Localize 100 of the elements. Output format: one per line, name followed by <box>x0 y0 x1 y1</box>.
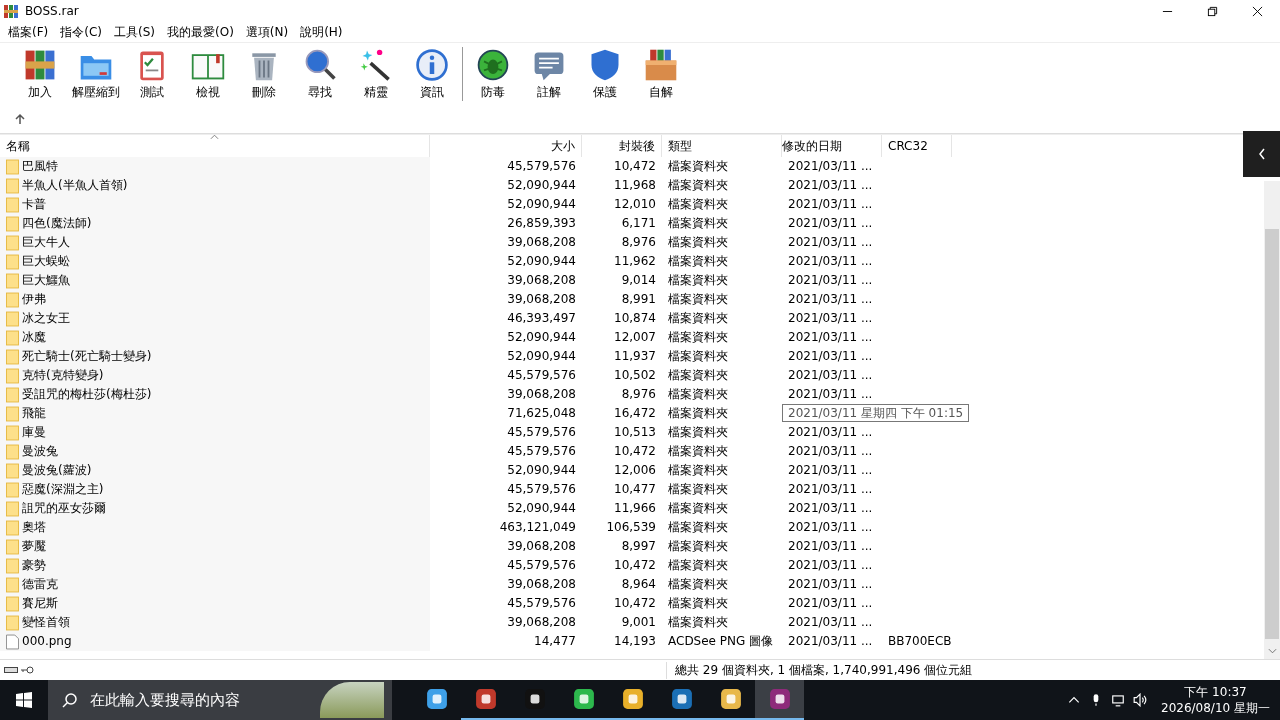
type-cell-text: 檔案資料夾 <box>667 272 729 289</box>
file-name-cell[interactable]: 死亡騎士(死亡騎士變身) <box>0 347 430 366</box>
file-name-cell[interactable]: 夢魘 <box>0 537 430 556</box>
folder-icon <box>6 538 19 555</box>
file-name-cell[interactable]: 冰之女王 <box>0 309 430 328</box>
menu-item[interactable]: 選項(N) <box>239 23 295 41</box>
date-cell-text: 2021/03/11 ... <box>787 158 874 175</box>
file-name-cell[interactable]: 詛咒的巫女莎爾 <box>0 499 430 518</box>
file-name-cell[interactable]: 冰魔 <box>0 328 430 347</box>
chevron-left-icon <box>1257 148 1266 160</box>
taskbar-search-bar[interactable]: 在此輸入要搜尋的內容 <box>48 680 392 720</box>
type-cell-text: 檔案資料夾 <box>667 177 729 194</box>
file-name-cell[interactable]: 飛龍 <box>0 404 430 423</box>
file-name-cell[interactable]: 四色(魔法師) <box>0 214 430 233</box>
type-cell-text: 檔案資料夾 <box>667 576 729 593</box>
file-name-cell[interactable]: 巨大蜈蚣 <box>0 252 430 271</box>
up-arrow-icon[interactable] <box>14 113 26 125</box>
file-name-cell[interactable]: 變怪首領 <box>0 613 430 632</box>
column-header[interactable]: 修改的日期 <box>782 135 882 157</box>
size-cell-text: 463,121,049 <box>498 519 577 536</box>
column-header[interactable]: 類型 <box>662 135 782 157</box>
folder-icon <box>6 576 19 593</box>
file-name-cell[interactable]: 伊弗 <box>0 290 430 309</box>
size-cell-text: 39,068,208 <box>506 576 577 593</box>
size-cell-text: 52,090,944 <box>506 253 577 270</box>
size-cell-text: 46,393,497 <box>506 310 577 327</box>
file-name-cell[interactable]: 克特(克特變身) <box>0 366 430 385</box>
toolbar-button[interactable]: 保護 <box>577 45 633 103</box>
folder-icon <box>6 405 19 422</box>
date-cell-text: 2021/03/11 ... <box>787 424 874 441</box>
date-cell-text: 2021/03/11 ... <box>787 386 874 403</box>
packed-size-cell-text: 9,014 <box>620 272 657 289</box>
file-name-cell[interactable]: 巨大鱷魚 <box>0 271 430 290</box>
toolbar-button[interactable]: 防毒 <box>465 45 521 103</box>
toolbar-button[interactable]: 測試 <box>124 45 180 103</box>
scrollbar[interactable] <box>1264 181 1280 659</box>
file-name-cell[interactable]: 巴風特 <box>0 157 430 176</box>
toolbar-button[interactable]: 刪除 <box>236 45 292 103</box>
size-cell-text: 39,068,208 <box>506 386 577 403</box>
toolbar-button[interactable]: 加入 <box>12 45 68 103</box>
file-name-cell[interactable]: 豪勢 <box>0 556 430 575</box>
file-name-cell[interactable]: 卡普 <box>0 195 430 214</box>
date-cell-text: 2021/03/11 ... <box>787 215 874 232</box>
menu-item[interactable]: 指令(C) <box>54 23 108 41</box>
file-name-cell[interactable]: 賽尼斯 <box>0 594 430 613</box>
size-cell-text: 39,068,208 <box>506 234 577 251</box>
folder-icon <box>6 253 19 270</box>
clock[interactable]: 下午 10:37 2026/08/10 星期一 <box>1161 684 1270 716</box>
size-cell-text: 45,579,576 <box>506 158 577 175</box>
date-cell-text: 2021/03/11 ... <box>787 272 874 289</box>
file-name-cell[interactable]: 奧塔 <box>0 518 430 537</box>
file-name-cell[interactable]: 巨大牛人 <box>0 233 430 252</box>
column-header[interactable]: 封裝後 <box>582 135 662 157</box>
file-name-cell[interactable]: 半魚人(半魚人首領) <box>0 176 430 195</box>
packed-size-cell-text: 10,472 <box>613 443 657 460</box>
date-cell-text: 2021/03/11 ... <box>787 234 874 251</box>
packed-size-cell-text: 11,966 <box>613 500 657 517</box>
folder-icon <box>6 557 19 574</box>
toolbar-button[interactable]: 資訊 <box>404 45 460 103</box>
column-header[interactable]: 大小 <box>430 135 582 157</box>
type-cell-text: 檔案資料夾 <box>667 557 729 574</box>
menu-item[interactable]: 我的最愛(O) <box>161 23 240 41</box>
file-name-cell[interactable]: 受詛咒的梅杜莎(梅杜莎) <box>0 385 430 404</box>
packed-size-cell-text: 6,171 <box>620 215 657 232</box>
packed-size-cell-text: 12,010 <box>613 196 657 213</box>
folder-icon <box>6 329 19 346</box>
file-name-cell[interactable]: 德雷克 <box>0 575 430 594</box>
toolbar-button[interactable]: 解壓縮到 <box>68 45 124 103</box>
taskbar-app-button[interactable] <box>755 680 804 720</box>
toolbar-button[interactable]: 自解 <box>633 45 689 103</box>
date-cell-text: 2021/03/11 ... <box>787 595 874 612</box>
menu-item[interactable]: 工具(S) <box>108 23 161 41</box>
menu-item[interactable]: 檔案(F) <box>2 23 55 41</box>
toolbar-button[interactable]: 檢視 <box>180 45 236 103</box>
search-field[interactable]: 在此輸入要搜尋的內容 <box>88 690 312 710</box>
date-cell-text: 2021/03/11 ... <box>787 291 874 308</box>
date-cell-text: 2021/03/11 ... <box>787 462 874 479</box>
toolbar-button[interactable]: 尋找 <box>292 45 348 103</box>
toolbar-button[interactable]: 精靈 <box>348 45 404 103</box>
network-icon[interactable] <box>1111 693 1125 707</box>
panel-toggle-button[interactable] <box>1243 131 1280 177</box>
column-header[interactable]: CRC32 <box>882 135 952 157</box>
file-name-cell[interactable]: 曼波兔 <box>0 442 430 461</box>
sort-caret-icon <box>210 134 219 140</box>
type-cell-text: 檔案資料夾 <box>667 234 729 251</box>
file-name-cell[interactable]: 惡魔(深淵之主) <box>0 480 430 499</box>
menu-item[interactable]: 說明(H) <box>294 23 349 41</box>
packed-size-cell-text: 10,472 <box>613 595 657 612</box>
size-cell-text: 45,579,576 <box>506 424 577 441</box>
type-cell-text: 檔案資料夾 <box>667 500 729 517</box>
packed-size-cell-text: 11,968 <box>613 177 657 194</box>
packed-size-cell-text: 11,962 <box>613 253 657 270</box>
file-name-cell[interactable]: 庫曼 <box>0 423 430 442</box>
toolbar-button[interactable]: 註解 <box>521 45 577 103</box>
speaker-icon[interactable] <box>1133 693 1147 707</box>
type-cell-text: ACDSee PNG 圖像 <box>667 633 775 650</box>
size-cell-text: 45,579,576 <box>506 443 577 460</box>
packed-size-cell-text: 106,539 <box>605 519 657 536</box>
file-name-cell[interactable]: 000.png <box>0 632 430 651</box>
file-name-cell[interactable]: 曼波兔(蘿波) <box>0 461 430 480</box>
